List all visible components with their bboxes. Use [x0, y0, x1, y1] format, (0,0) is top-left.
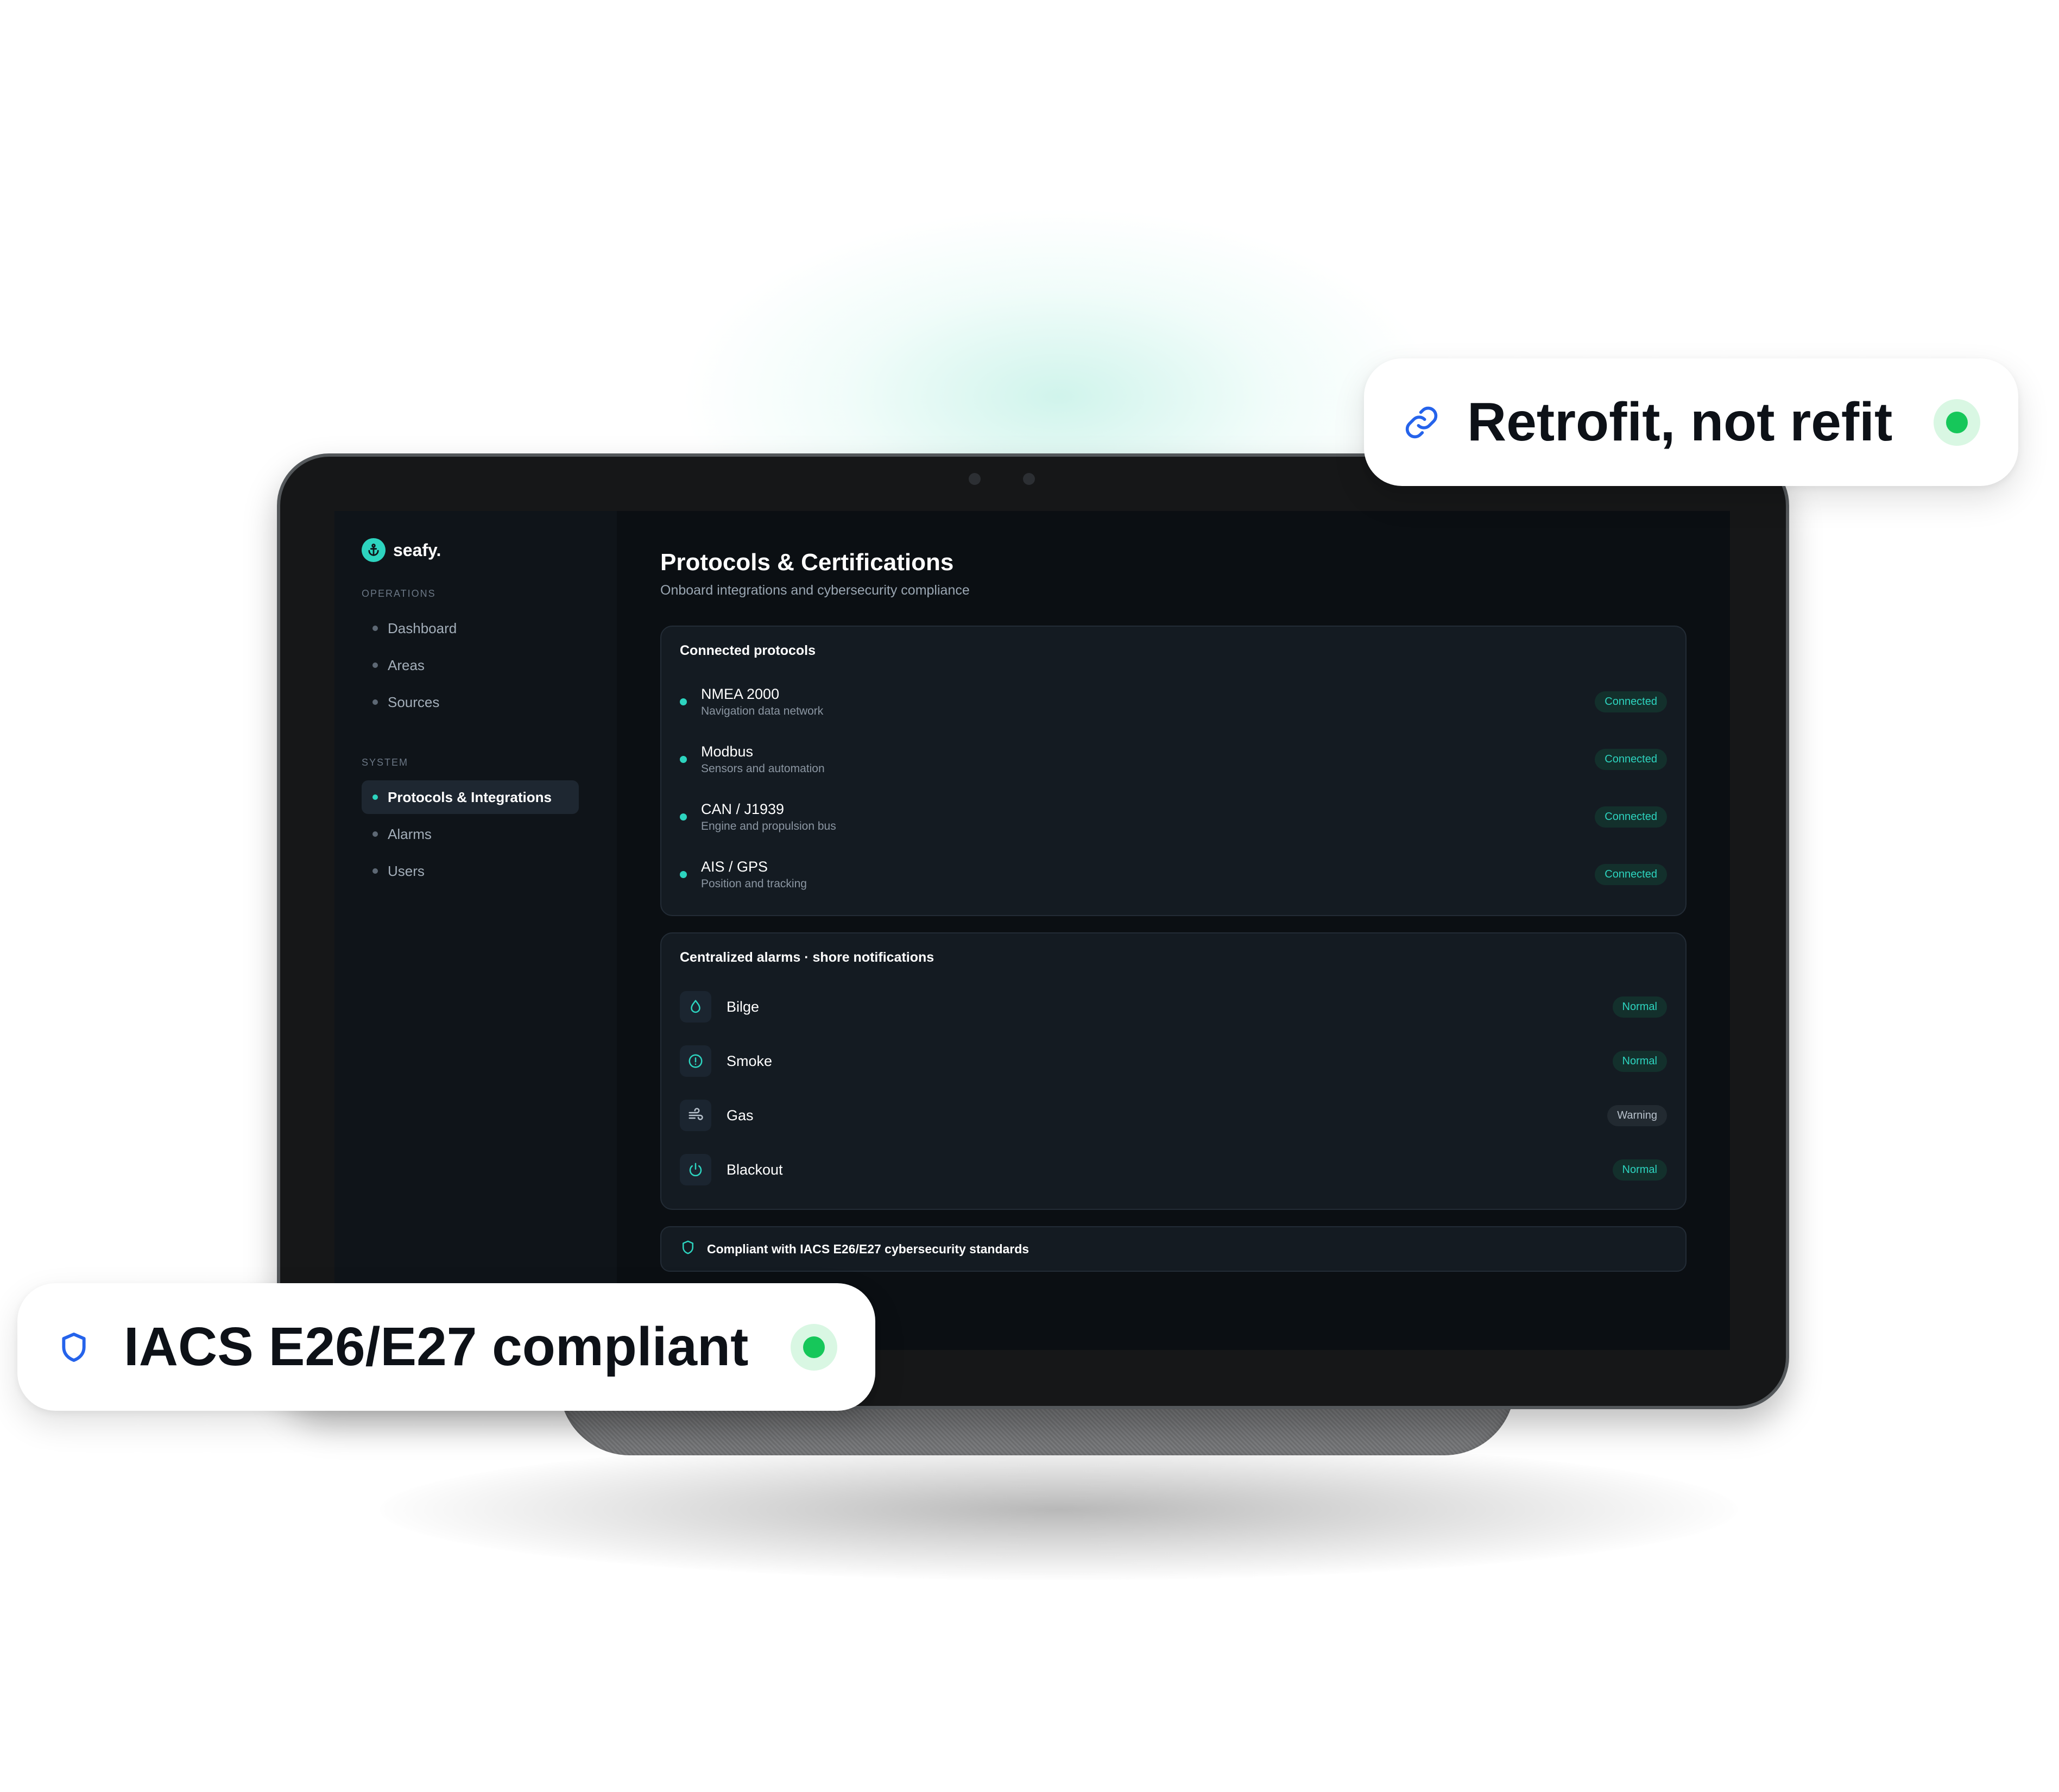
protocol-row[interactable]: CAN / J1939 Engine and propulsion bus Co…	[680, 788, 1667, 845]
card-title: Connected protocols	[680, 643, 816, 658]
status-badge: Connected	[1595, 748, 1667, 770]
protocol-desc: Engine and propulsion bus	[701, 819, 836, 832]
brand-name: seafy.	[393, 540, 441, 560]
power-icon	[680, 1154, 711, 1185]
protocols-card: Connected protocols NMEA 2000 Navigation…	[660, 626, 1687, 916]
status-badge: Connected	[1595, 863, 1667, 885]
nav-dot	[372, 831, 378, 837]
status-dot	[680, 813, 687, 821]
protocol-desc: Sensors and automation	[701, 762, 825, 775]
alarms-card: Centralized alarms · shore notifications…	[660, 932, 1687, 1210]
main-content: Protocols & Certifications Onboard integ…	[617, 511, 1730, 1350]
compliance-text: Compliant with IACS E26/E27 cybersecurit…	[707, 1241, 1030, 1256]
nav-dot	[372, 662, 378, 668]
status-dot	[680, 755, 687, 763]
sidebar-item-sources[interactable]: Sources	[362, 685, 579, 719]
alarm-name: Gas	[727, 1107, 754, 1124]
protocol-name: Modbus	[701, 743, 754, 760]
nav-dot	[372, 626, 378, 631]
status-badge: Connected	[1595, 806, 1667, 828]
link-icon	[1403, 404, 1440, 441]
sidebar-item-dashboard[interactable]: Dashboard	[362, 611, 579, 645]
sidebar-item-label: Dashboard	[388, 620, 457, 636]
protocol-row[interactable]: AIS / GPS Position and tracking Connecte…	[680, 845, 1667, 903]
tablet-device: seafy. OPERATIONS Dashboard Areas Source…	[277, 453, 1789, 1409]
shield-icon	[56, 1330, 91, 1365]
sidebar-item-label: Users	[388, 862, 425, 879]
status-indicator	[1934, 399, 1980, 446]
nav-dot	[372, 868, 378, 874]
alarm-name: Bilge	[727, 998, 760, 1015]
shield-icon	[680, 1239, 696, 1259]
sidebar-item-protocols[interactable]: Protocols & Integrations	[362, 780, 579, 814]
status-badge: Connected	[1595, 691, 1667, 712]
card-title: Centralized alarms · shore notifications	[680, 950, 934, 965]
protocol-name: AIS / GPS	[701, 858, 768, 875]
protocol-row[interactable]: NMEA 2000 Navigation data network Connec…	[680, 673, 1667, 730]
camera-lens	[1023, 473, 1035, 485]
status-badge: Normal	[1612, 996, 1667, 1018]
sidebar-item-users[interactable]: Users	[362, 854, 579, 888]
alarm-name: Smoke	[727, 1052, 773, 1069]
alarm-row[interactable]: Gas Warning	[680, 1088, 1667, 1143]
alert-circle-icon	[680, 1045, 711, 1077]
protocol-name: CAN / J1939	[701, 800, 785, 817]
protocol-row[interactable]: Modbus Sensors and automation Connected	[680, 730, 1667, 788]
droplet-icon	[680, 991, 711, 1023]
status-badge: Normal	[1612, 1050, 1667, 1072]
retrofit-badge: Retrofit, not refit	[1364, 358, 2018, 486]
compliance-badge: IACS E26/E27 compliant	[17, 1283, 875, 1411]
page-title: Protocols & Certifications	[660, 549, 954, 576]
alarm-row[interactable]: Smoke Normal	[680, 1034, 1667, 1088]
brand[interactable]: seafy.	[362, 538, 617, 562]
wind-icon	[680, 1100, 711, 1131]
page-subtitle: Onboard integrations and cybersecurity c…	[660, 583, 970, 598]
section-label-operations: OPERATIONS	[362, 588, 436, 599]
nav-operations: Dashboard Areas Sources	[362, 611, 617, 719]
sidebar-item-areas[interactable]: Areas	[362, 648, 579, 682]
retrofit-text: Retrofit, not refit	[1467, 392, 1893, 452]
device-shadow	[380, 1439, 1738, 1580]
status-badge: Normal	[1612, 1159, 1667, 1181]
compliance-banner: Compliant with IACS E26/E27 cybersecurit…	[660, 1226, 1687, 1272]
status-indicator	[791, 1323, 837, 1371]
status-dot	[680, 698, 687, 705]
nav-dot	[372, 699, 378, 705]
status-badge: Warning	[1607, 1105, 1667, 1126]
section-label-system: SYSTEM	[362, 757, 409, 768]
camera-dot	[969, 473, 981, 485]
sidebar-item-label: Protocols & Integrations	[388, 788, 552, 805]
nav-dot	[372, 794, 378, 800]
protocol-name: NMEA 2000	[701, 685, 780, 702]
sidebar-item-alarms[interactable]: Alarms	[362, 817, 579, 851]
sidebar-item-label: Areas	[388, 657, 425, 673]
app-screen: seafy. OPERATIONS Dashboard Areas Source…	[334, 511, 1730, 1350]
alarm-name: Blackout	[727, 1161, 783, 1178]
protocol-desc: Navigation data network	[701, 704, 824, 717]
status-dot	[680, 870, 687, 878]
sidebar-item-label: Alarms	[388, 825, 432, 842]
alarm-row[interactable]: Bilge Normal	[680, 980, 1667, 1034]
compliance-badge-text: IACS E26/E27 compliant	[124, 1316, 749, 1377]
nav-system: Protocols & Integrations Alarms Users	[362, 780, 617, 888]
sidebar: seafy. OPERATIONS Dashboard Areas Source…	[334, 511, 617, 1350]
alarm-row[interactable]: Blackout Normal	[680, 1143, 1667, 1197]
anchor-icon	[362, 538, 386, 562]
protocol-desc: Position and tracking	[701, 877, 807, 890]
sidebar-item-label: Sources	[388, 693, 440, 710]
